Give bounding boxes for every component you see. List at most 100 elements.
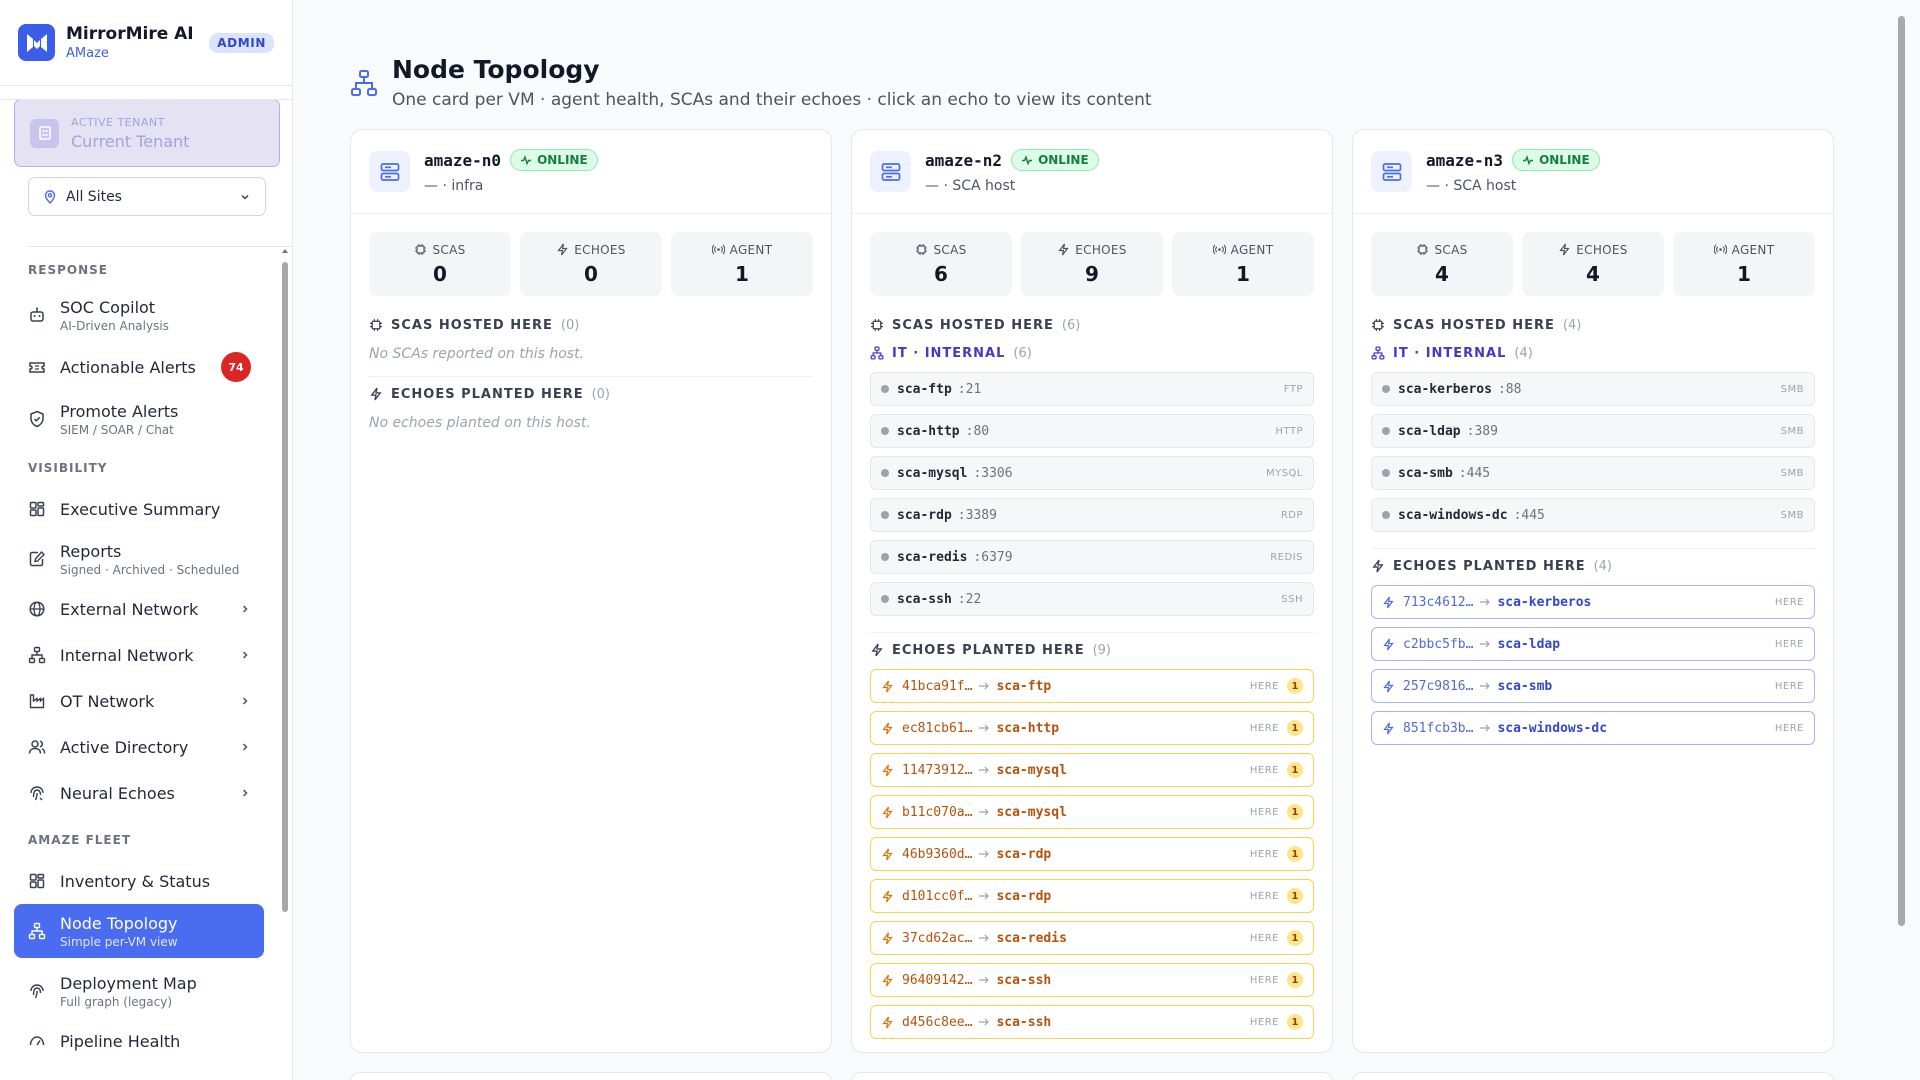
empty-state: No SCAs reported on this host. — [369, 346, 585, 362]
echo-target: sca-redis — [996, 930, 1067, 946]
group-count: (6) — [1013, 345, 1032, 361]
echo-item[interactable]: 37cd62ac… sca-redis HERE 1 — [870, 921, 1314, 955]
sca-protocol: MYSQL — [1265, 467, 1303, 479]
sca-protocol: REDIS — [1270, 551, 1303, 563]
echo-item[interactable]: 46b9360d… sca-rdp HERE 1 — [870, 837, 1314, 871]
echo-item[interactable]: ec81cb61… sca-http HERE 1 — [870, 711, 1314, 745]
pulse-icon — [521, 154, 532, 166]
nav-item-promote-alerts[interactable]: Promote Alerts SIEM / SOAR / Chat — [14, 392, 264, 446]
nav-item-inventory-status[interactable]: Inventory & Status — [14, 858, 264, 904]
nav-item-external-network[interactable]: External Network — [14, 586, 264, 632]
chip-icon — [1372, 319, 1384, 331]
main-scrollbar-thumb[interactable] — [1898, 16, 1905, 926]
nav-item-soc-copilot[interactable]: SOC Copilot AI-Driven Analysis — [14, 288, 264, 342]
sca-item[interactable]: sca-mysql:3306 MYSQL — [870, 456, 1314, 490]
echo-tag: HERE — [1774, 722, 1804, 734]
zap-icon — [557, 243, 568, 256]
tenant-value: Current Tenant — [71, 131, 190, 151]
sca-item[interactable]: sca-ftp:21 FTP — [870, 372, 1314, 406]
stat-label: ECHOES — [574, 242, 626, 257]
nav-item-neural-echoes[interactable]: Neural Echoes — [14, 770, 264, 816]
chip-icon — [916, 244, 928, 255]
stat-value: 9 — [1085, 261, 1099, 286]
status-dot — [881, 427, 889, 435]
node-card: amaze-n3 ONLINE — · SCA host SCAS 4 ECHO… — [1352, 129, 1834, 1053]
echo-item[interactable]: 713c4612… sca-kerberos HERE — [1371, 585, 1815, 619]
sca-protocol: RDP — [1280, 509, 1303, 521]
nav-label: Executive Summary — [60, 499, 221, 519]
echo-item[interactable]: 41bca91f… sca-ftp HERE 1 — [870, 669, 1314, 703]
echo-item[interactable]: 96409142… sca-ssh HERE 1 — [870, 963, 1314, 997]
chevron-right-icon — [239, 695, 251, 707]
site-select[interactable]: All Sites — [28, 177, 266, 216]
echo-tag: HERE — [1249, 806, 1279, 818]
main-scrollbar[interactable] — [1894, 0, 1920, 1080]
arrow-right-icon — [979, 976, 990, 984]
nav-item-pipeline-health[interactable]: Pipeline Health — [14, 1018, 264, 1064]
divider — [1371, 548, 1815, 549]
tenant-switcher[interactable]: ACTIVE TENANT Current Tenant — [14, 99, 280, 167]
sca-protocol: SMB — [1780, 383, 1804, 395]
status-text: ONLINE — [537, 153, 588, 167]
node-card — [1352, 1072, 1834, 1080]
stat-value: 1 — [735, 261, 749, 286]
nav-item-active-directory[interactable]: Active Directory — [14, 724, 264, 770]
echo-item[interactable]: c2bbc5fb… sca-ldap HERE — [1371, 627, 1815, 661]
sca-item[interactable]: sca-smb:445 SMB — [1371, 456, 1815, 490]
nav-item-node-topology[interactable]: Node Topology Simple per-VM view — [14, 904, 264, 958]
section-count: (4) — [1562, 317, 1582, 333]
echo-id: 46b9360d… — [902, 846, 973, 862]
sca-item[interactable]: sca-ssh:22 SSH — [870, 582, 1314, 616]
echo-item[interactable]: d456c8ee… sca-ssh HERE 1 — [870, 1005, 1314, 1039]
sca-item[interactable]: sca-redis:6379 REDIS — [870, 540, 1314, 574]
sca-group-title: IT · INTERNAL (4) — [1371, 342, 1815, 364]
nav-item-internal-network[interactable]: Internal Network — [14, 632, 264, 678]
fingerprint-icon — [27, 982, 47, 1000]
sidebar-scrollbar[interactable] — [281, 247, 289, 1080]
sca-item[interactable]: sca-http:80 HTTP — [870, 414, 1314, 448]
section-title: ECHOES PLANTED HERE — [391, 386, 584, 402]
arrow-right-icon — [1480, 682, 1491, 690]
echo-tag: HERE — [1249, 848, 1279, 860]
echo-tag: HERE — [1249, 722, 1279, 734]
echo-item[interactable]: b11c070a… sca-mysql HERE 1 — [870, 795, 1314, 829]
nav-item-actionable-alerts[interactable]: Actionable Alerts 74 — [14, 342, 264, 392]
fingerprint-icon — [27, 784, 47, 802]
stat-label: ECHOES — [1075, 242, 1127, 257]
zap-icon — [882, 764, 893, 776]
sca-item[interactable]: sca-kerberos:88 SMB — [1371, 372, 1815, 406]
echo-item[interactable]: d101cc0f… sca-rdp HERE 1 — [870, 879, 1314, 913]
page-title: Node Topology — [392, 55, 600, 84]
location-pin-icon — [43, 189, 57, 204]
sca-port: :88 — [1497, 381, 1522, 397]
sca-item[interactable]: sca-rdp:3389 RDP — [870, 498, 1314, 532]
sca-item[interactable]: sca-windows-dc:445 SMB — [1371, 498, 1815, 532]
sca-item[interactable]: sca-ldap:389 SMB — [1371, 414, 1815, 448]
zap-icon — [882, 974, 893, 986]
nav-item-reports[interactable]: Reports Signed · Archived · Scheduled — [14, 532, 264, 586]
stat-value: 0 — [433, 261, 447, 286]
nav-item-ot-network[interactable]: OT Network — [14, 678, 264, 724]
echo-item[interactable]: 257c9816… sca-smb HERE — [1371, 669, 1815, 703]
status-badge: ONLINE — [1512, 149, 1600, 171]
status-badge: ONLINE — [1011, 149, 1099, 171]
echoes-section: ECHOES PLANTED HERE (9) 41bca91f… sca-ftp H… — [852, 639, 1332, 1039]
sidebar-scrollbar-thumb[interactable] — [282, 262, 288, 912]
echo-tag: HERE — [1774, 680, 1804, 692]
page-subtitle: One card per VM · agent health, SCAs and… — [392, 90, 1152, 110]
section-count: (0) — [591, 386, 611, 402]
nav-item-executive-summary[interactable]: Executive Summary — [14, 486, 264, 532]
nav-item-deployment-map[interactable]: Deployment Map Full graph (legacy) — [14, 964, 264, 1018]
group-name: IT · INTERNAL — [1393, 345, 1507, 361]
status-dot — [1382, 469, 1390, 477]
grid-icon — [27, 872, 47, 890]
sca-list: sca-ftp:21 FTP sca-http:80 HTTP sca-mysql:… — [870, 372, 1314, 616]
stat-echoes: ECHOES 9 — [1021, 232, 1163, 296]
sca-protocol: HTTP — [1275, 425, 1303, 437]
sca-list: sca-kerberos:88 SMB sca-ldap:389 SMB sca-s… — [1371, 372, 1815, 532]
stat-label: SCAS — [933, 242, 967, 257]
tenant-label: ACTIVE TENANT — [71, 115, 165, 129]
echo-item[interactable]: 851fcb3b… sca-windows-dc HERE — [1371, 711, 1815, 745]
sca-name: sca-ldap — [1398, 423, 1461, 439]
echo-item[interactable]: 11473912… sca-mysql HERE 1 — [870, 753, 1314, 787]
